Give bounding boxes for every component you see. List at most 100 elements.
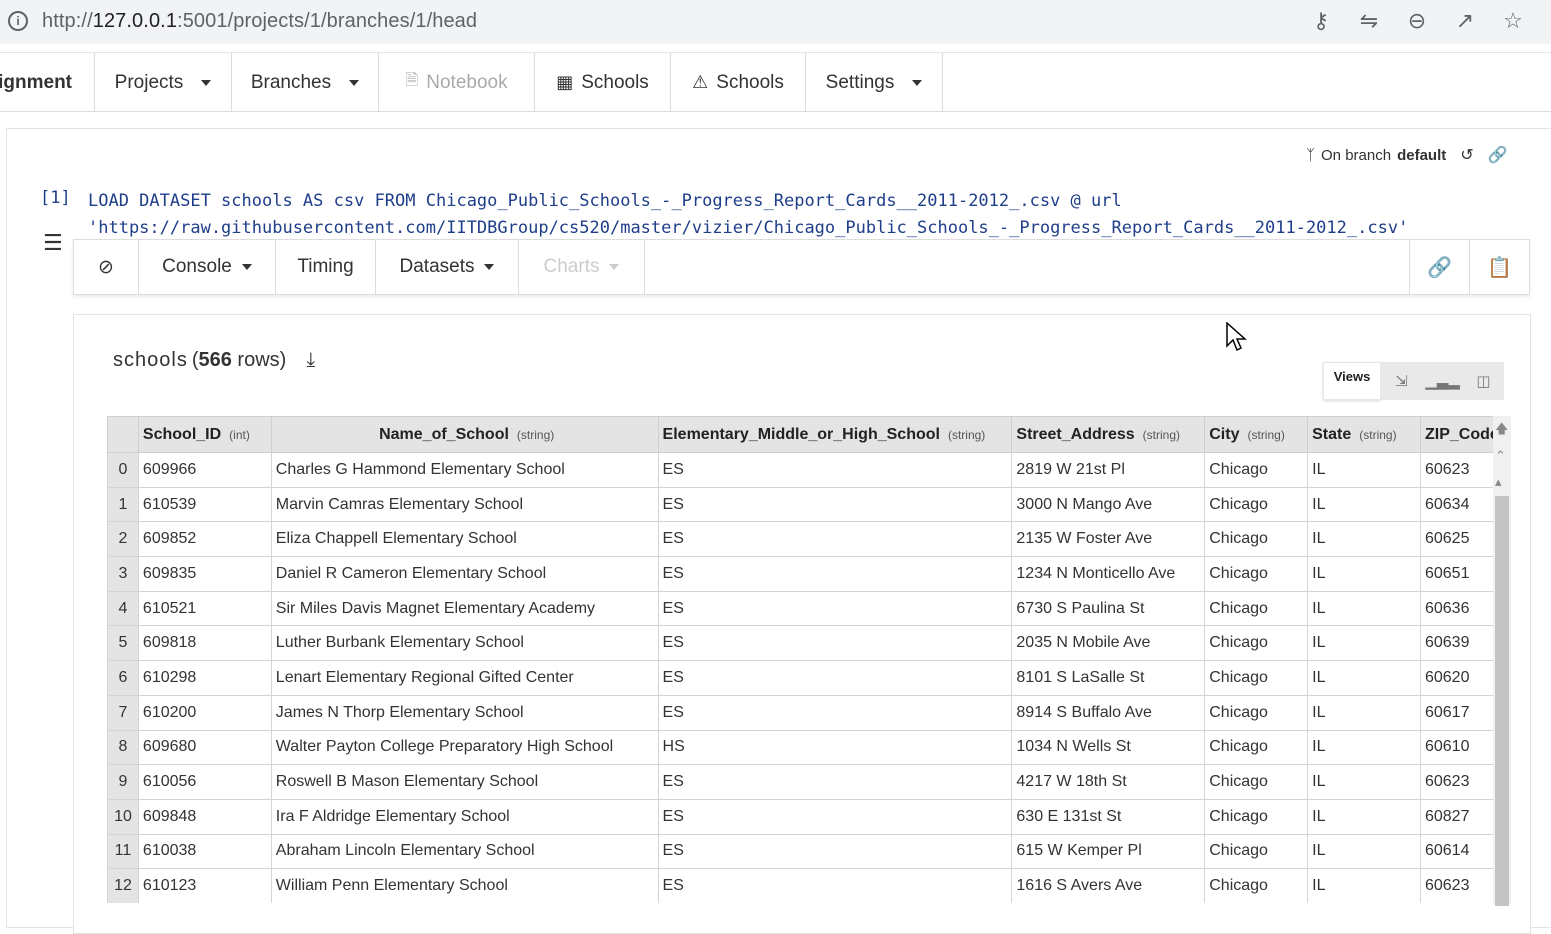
table-cell[interactable]: James N Thorp Elementary School — [270, 694, 659, 731]
download-icon[interactable]: ⤓ — [306, 349, 316, 372]
table-cell[interactable]: 610200 — [137, 694, 272, 731]
table-cell[interactable]: IL — [1307, 694, 1421, 731]
table-cell[interactable]: ES — [657, 486, 1013, 523]
cell-link-button[interactable]: 🔗 — [1409, 240, 1469, 294]
table-cell[interactable]: Chicago — [1204, 729, 1309, 766]
column-header[interactable]: Elementary_Middle_or_High_School (string) — [657, 416, 1013, 453]
table-cell[interactable]: IL — [1307, 660, 1421, 696]
table-cell[interactable]: IL — [1307, 625, 1421, 662]
table-cell[interactable]: ES — [657, 521, 1013, 558]
table-view-button[interactable]: ◫ — [1463, 362, 1504, 400]
url-field[interactable]: http://127.0.0.1:5001/projects/1/branche… — [42, 10, 477, 33]
table-cell[interactable]: IL — [1307, 486, 1421, 523]
scroll-top-icon[interactable]: 🡅 — [1495, 420, 1508, 442]
table-cell[interactable]: Roswell B Mason Elementary School — [270, 764, 659, 800]
table-cell[interactable]: Sir Miles Davis Magnet Elementary Academ… — [270, 590, 659, 627]
table-cell[interactable]: 609848 — [137, 798, 272, 835]
site-info-icon[interactable]: i — [8, 11, 28, 31]
link-icon[interactable]: 🔗 — [1488, 145, 1508, 165]
brand-title[interactable]: signment — [0, 53, 95, 112]
table-cell[interactable]: IL — [1307, 833, 1421, 870]
table-cell[interactable]: Chicago — [1204, 660, 1309, 696]
table-cell[interactable]: William Penn Elementary School — [270, 868, 659, 903]
table-cell[interactable]: 2819 W 21st Pl — [1011, 452, 1206, 488]
table-cell[interactable]: IL — [1307, 452, 1421, 488]
table-cell[interactable]: 610298 — [137, 660, 272, 696]
table-cell[interactable]: IL — [1307, 729, 1421, 766]
table-cell[interactable]: Daniel R Cameron Elementary School — [270, 556, 659, 592]
table-cell[interactable]: ES — [657, 798, 1013, 835]
copy-button[interactable]: 📋 — [1469, 240, 1529, 294]
table-cell[interactable]: Chicago — [1204, 556, 1309, 592]
cell-menu-icon[interactable]: ☰ — [43, 230, 63, 256]
table-cell[interactable]: 609852 — [137, 521, 272, 558]
table-cell[interactable]: Chicago — [1204, 833, 1309, 870]
column-header[interactable]: School_ID (int) — [137, 416, 272, 453]
table-cell[interactable]: ES — [657, 660, 1013, 696]
table-cell[interactable]: ES — [657, 452, 1013, 488]
table-cell[interactable]: 1234 N Monticello Ave — [1011, 556, 1206, 592]
history-icon[interactable]: ↺ — [1460, 145, 1473, 165]
table-cell[interactable]: Chicago — [1204, 798, 1309, 835]
table-cell[interactable]: 6730 S Paulina St — [1011, 590, 1206, 627]
star-icon[interactable]: ☆ — [1501, 8, 1525, 34]
table-cell[interactable]: 610123 — [137, 868, 272, 903]
table-cell[interactable]: IL — [1307, 521, 1421, 558]
table-cell[interactable]: 609966 — [137, 452, 272, 488]
table-cell[interactable]: IL — [1307, 556, 1421, 592]
table-cell[interactable]: IL — [1307, 764, 1421, 800]
table-cell[interactable]: IL — [1307, 868, 1421, 903]
table-cell[interactable]: ES — [657, 764, 1013, 800]
nav-projects[interactable]: Projects — [95, 53, 232, 112]
table-cell[interactable]: Walter Payton College Preparatory High S… — [270, 729, 659, 766]
table-cell[interactable]: Chicago — [1204, 868, 1309, 903]
zoom-out-icon[interactable]: ⊖ — [1405, 8, 1429, 34]
nav-schools-table[interactable]: ▦ Schools — [535, 53, 671, 112]
table-cell[interactable]: ES — [657, 694, 1013, 731]
table-cell[interactable]: IL — [1307, 798, 1421, 835]
cell-code[interactable]: LOAD DATASET schools AS csv FROM Chicago… — [88, 188, 1408, 242]
console-tab[interactable]: Console — [139, 240, 276, 294]
table-cell[interactable]: Luther Burbank Elementary School — [270, 625, 659, 662]
column-header[interactable]: Name_of_School (string) — [270, 416, 659, 453]
table-cell[interactable]: ES — [657, 833, 1013, 870]
table-cell[interactable]: 4217 W 18th St — [1011, 764, 1206, 800]
table-cell[interactable]: Marvin Camras Elementary School — [270, 486, 659, 523]
table-cell[interactable]: 610056 — [137, 764, 272, 800]
table-cell[interactable]: 610539 — [137, 486, 272, 523]
table-cell[interactable]: Charles G Hammond Elementary School — [270, 452, 659, 488]
table-cell[interactable]: 1034 N Wells St — [1011, 729, 1206, 766]
scroll-up-icon[interactable]: ▴ — [1495, 474, 1502, 490]
table-cell[interactable]: 610521 — [137, 590, 272, 627]
table-cell[interactable]: ES — [657, 556, 1013, 592]
table-cell[interactable]: Chicago — [1204, 625, 1309, 662]
chart-view-button[interactable]: ▁▃▂ — [1422, 362, 1463, 400]
table-cell[interactable]: 615 W Kemper Pl — [1011, 833, 1206, 870]
scroll-page-up-icon[interactable]: ⌃ — [1495, 448, 1506, 464]
hide-output-button[interactable]: ⊘ — [74, 240, 139, 294]
nav-schools-warning[interactable]: ⚠ Schools — [671, 53, 806, 112]
column-header[interactable]: State (string) — [1307, 416, 1421, 453]
table-cell[interactable]: Chicago — [1204, 486, 1309, 523]
table-cell[interactable]: HS — [657, 729, 1013, 766]
table-cell[interactable]: IL — [1307, 590, 1421, 627]
table-cell[interactable]: 1616 S Avers Ave — [1011, 868, 1206, 903]
datasets-tab[interactable]: Datasets — [376, 240, 519, 294]
table-cell[interactable]: ES — [657, 590, 1013, 627]
translate-icon[interactable]: ⇋ — [1357, 8, 1381, 34]
nav-settings[interactable]: Settings — [806, 53, 943, 112]
table-cell[interactable]: 2135 W Foster Ave — [1011, 521, 1206, 558]
share-icon[interactable]: ↗ — [1453, 8, 1477, 34]
table-cell[interactable]: Lenart Elementary Regional Gifted Center — [270, 660, 659, 696]
table-cell[interactable]: 8914 S Buffalo Ave — [1011, 694, 1206, 731]
table-cell[interactable]: Chicago — [1204, 521, 1309, 558]
column-header[interactable]: City (string) — [1204, 416, 1309, 453]
table-cell[interactable]: Chicago — [1204, 764, 1309, 800]
table-cell[interactable]: 8101 S LaSalle St — [1011, 660, 1206, 696]
table-cell[interactable]: Ira F Aldridge Elementary School — [270, 798, 659, 835]
table-cell[interactable]: 609680 — [137, 729, 272, 766]
table-cell[interactable]: ES — [657, 868, 1013, 903]
table-cell[interactable]: 3000 N Mango Ave — [1011, 486, 1206, 523]
table-cell[interactable]: 609818 — [137, 625, 272, 662]
table-cell[interactable]: 609835 — [137, 556, 272, 592]
